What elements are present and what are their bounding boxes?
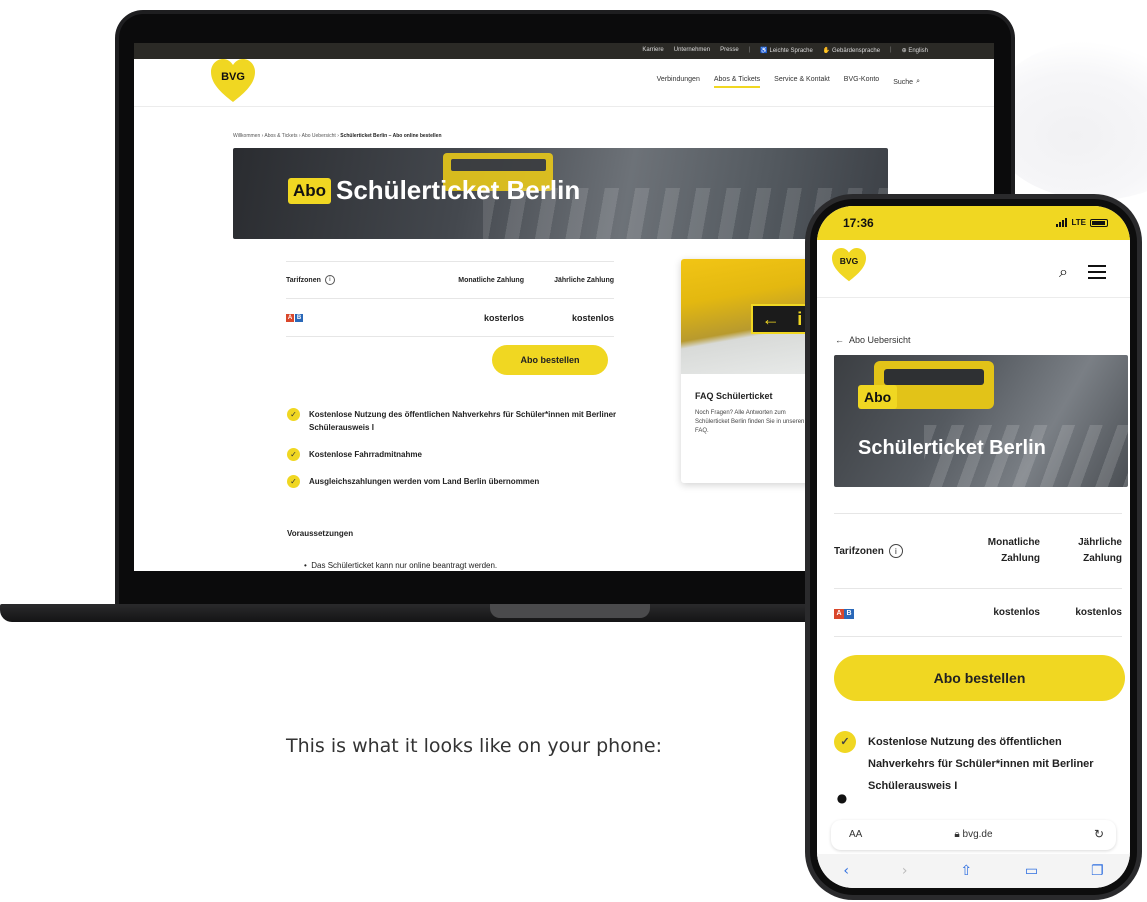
utility-link-presse[interactable]: Presse xyxy=(720,47,739,54)
utility-divider: | xyxy=(748,47,751,53)
nav-bvg-konto[interactable]: BVG-Konto xyxy=(844,76,879,88)
utility-link-english[interactable]: ⊕ English xyxy=(902,47,928,54)
hero-banner: Abo Schülerticket Berlin xyxy=(834,355,1128,487)
utility-divider: | xyxy=(890,47,892,53)
monthly-value: kostenlos xyxy=(993,606,1040,618)
signal-icon xyxy=(1056,218,1068,227)
header-yearly: Jährliche Zahlung xyxy=(554,276,614,284)
header-monthly: Monatliche Zahlung xyxy=(987,537,1040,564)
feature-list: ✓ Kostenlose Nutzung des öffentlichen Nah… xyxy=(287,408,617,502)
laptop-notch xyxy=(490,604,650,618)
tabs-icon[interactable]: ❐ xyxy=(1091,863,1104,879)
abo-badge: Abo xyxy=(858,385,898,409)
back-link[interactable]: ← Abo Uebersicht xyxy=(835,335,911,345)
breadcrumb-path[interactable]: Willkommen › Abos & Tickets › Abo Uebers… xyxy=(233,133,340,139)
forward-icon[interactable]: › xyxy=(902,863,908,879)
breadcrumb-current: Schülerticket Berlin – Abo online bestel… xyxy=(340,133,442,139)
battery-icon xyxy=(1090,218,1108,227)
utility-link-gebaerdensprache[interactable]: ✋ Gebärdensprache xyxy=(823,47,880,54)
header-tarifzonen: Tarifzonen xyxy=(286,276,321,284)
requirements-title: Voraussetzungen xyxy=(287,529,354,538)
bookmarks-icon[interactable]: ▭ xyxy=(1025,863,1038,879)
header-tarifzonen: Tarifzonen xyxy=(834,545,884,557)
breadcrumb: Willkommen › Abos & Tickets › Abo Uebers… xyxy=(233,133,442,139)
check-icon: ✓ xyxy=(834,731,856,753)
info-icon[interactable]: i xyxy=(888,544,903,558)
status-time: 17:36 xyxy=(843,216,874,230)
list-item: ✓ Kostenlose Nutzung des öffentlichen Nah… xyxy=(287,408,617,434)
price-table: Tarifzonen i Monatliche Zahlung Jährliche… xyxy=(286,261,614,337)
info-sign-icon: ← i xyxy=(751,304,813,334)
cookie-icon[interactable]: ● xyxy=(833,789,851,807)
monthly-value: kosterlos xyxy=(483,312,524,323)
faq-title: FAQ Schülerticket xyxy=(695,391,773,401)
hero-banner: Abo Schülerticket Berlin xyxy=(233,148,888,239)
reload-icon[interactable]: ↻ xyxy=(1094,827,1104,841)
bvg-logo-text: BVG xyxy=(840,256,859,266)
list-item: ✓ Ausgleichszahlungen werden vom Land Ber… xyxy=(287,475,617,488)
back-icon[interactable]: ‹ xyxy=(843,863,849,879)
header-yearly: Jährliche Zahlung xyxy=(1078,537,1122,564)
bvg-logo[interactable]: BVG xyxy=(210,59,256,103)
table-row: AB kosterlos kostenlos xyxy=(286,299,614,337)
marketing-stage: Karriere Unternehmen Presse | ♿ Leichte … xyxy=(0,0,1147,902)
zone-ab-icon: AB xyxy=(834,607,854,619)
lock-icon: 🔒︎ xyxy=(954,829,963,840)
bvg-logo[interactable]: BVG xyxy=(831,248,867,282)
page-title: Schülerticket Berlin xyxy=(858,437,1046,459)
info-icon[interactable]: i xyxy=(324,275,335,285)
nav-abos-tickets[interactable]: Abos & Tickets xyxy=(713,76,761,88)
check-icon: ✓ xyxy=(287,408,300,421)
nav-verbindungen[interactable]: Verbindungen xyxy=(657,76,700,88)
utility-link-karriere[interactable]: Karriere xyxy=(642,47,663,54)
url-display[interactable]: 🔒︎ bvg.de xyxy=(831,829,1116,840)
search-icon: ⌕ xyxy=(916,78,920,85)
list-item: ✓ Kostenlose Fahrradmitnahme xyxy=(287,448,617,461)
order-abo-button[interactable]: Abo bestellen xyxy=(492,345,608,375)
nav-service-kontakt[interactable]: Service & Kontakt xyxy=(774,76,830,88)
faq-text: Noch Fragen? Alle Antworten zum Schülert… xyxy=(695,410,805,434)
utility-link-unternehmen[interactable]: Unternehmen xyxy=(674,47,710,54)
search-icon[interactable]: ⌕ xyxy=(1059,262,1068,282)
check-icon: ✓ xyxy=(287,475,300,488)
page-title: Schülerticket Berlin xyxy=(336,175,581,205)
utility-link-leichte-sprache[interactable]: ♿ Leichte Sprache xyxy=(760,47,813,54)
price-table-header: Tarifzonen i Monatliche Zahlung Jährliche Z… xyxy=(834,513,1122,589)
hamburger-menu-icon[interactable] xyxy=(1088,265,1106,283)
list-item: ✓ Kostenlose Nutzung des öffentlichen Na… xyxy=(834,731,1124,797)
zone-ab-icon: AB xyxy=(286,313,303,322)
status-network: LTE xyxy=(1056,218,1108,227)
price-table: Tarifzonen i Monatliche Zahlung Jährliche Z… xyxy=(834,513,1122,637)
yearly-value: kostenlos xyxy=(571,312,614,323)
check-icon: ✓ xyxy=(287,448,300,461)
status-bar: 17:36 LTE xyxy=(817,206,1130,240)
price-table-header: Tarifzonen i Monatliche Zahlung Jährliche… xyxy=(286,261,614,299)
browser-url-bar[interactable]: AA 🔒︎ bvg.de ↻ xyxy=(831,820,1116,850)
order-abo-button[interactable]: Abo bestellen xyxy=(834,655,1125,701)
share-icon[interactable]: ⇧ xyxy=(960,863,972,879)
nav-search[interactable]: Suche ⌕ xyxy=(893,76,920,88)
requirements-item: • Das Schülerticket kann nur online bean… xyxy=(304,561,498,570)
main-nav: BVG Verbindungen Abos & Tickets Service … xyxy=(134,59,994,107)
utility-bar: Karriere Unternehmen Presse | ♿ Leichte … xyxy=(134,43,994,59)
yearly-value: kostenlos xyxy=(1075,606,1122,618)
caption-text: This is what it looks like on your phone… xyxy=(286,735,662,757)
header-monthly: Monatliche Zahlung xyxy=(458,276,524,284)
bvg-logo-text: BVG xyxy=(221,71,245,83)
browser-toolbar: ‹ › ⇧ ▭ ❐ xyxy=(817,854,1130,888)
phone-header: BVG ⌕ xyxy=(817,240,1130,298)
phone-screen: 17:36 LTE BVG ⌕ ← Abo Uebersicht Abo Sch… xyxy=(817,206,1130,888)
table-row: AB kostenlos kostenlos xyxy=(834,589,1122,637)
phone-frame: 17:36 LTE BVG ⌕ ← Abo Uebersicht Abo Sch… xyxy=(805,194,1142,900)
abo-badge: Abo xyxy=(288,178,332,204)
